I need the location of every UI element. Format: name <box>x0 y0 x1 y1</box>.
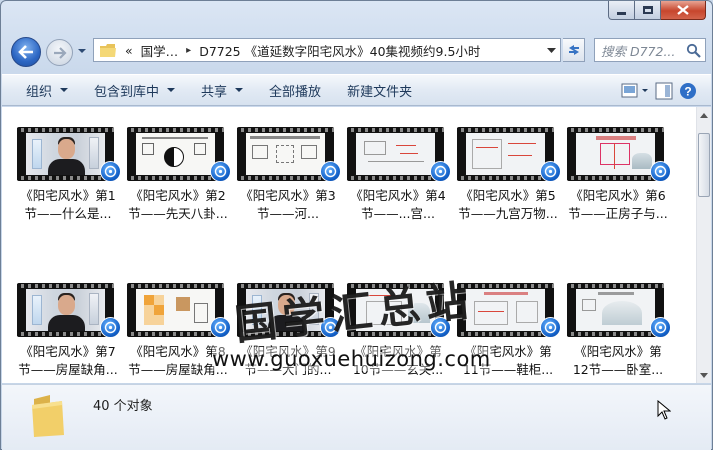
scroll-up-button[interactable] <box>697 107 711 123</box>
folder-icon <box>32 395 64 437</box>
svg-text:?: ? <box>684 85 691 99</box>
minimize-button[interactable] <box>608 1 635 20</box>
file-name: 《阳宅风水》第3 节——河... <box>240 188 336 221</box>
file-name: 《阳宅风水》第5 节——九宫万物... <box>458 188 558 221</box>
video-item-7[interactable]: 《阳宅风水》第7 节——房屋缺角... <box>14 283 122 383</box>
play-all-button[interactable]: 全部播放 <box>261 75 329 105</box>
media-player-icon <box>430 161 451 182</box>
breadcrumb-segment-2[interactable]: D7725 《道延数字阳宅风水》40集视频约9.5小时 <box>199 41 480 60</box>
media-player-icon <box>210 317 231 338</box>
preview-pane-icon <box>655 82 673 100</box>
media-player-icon <box>100 317 121 338</box>
video-item-5[interactable]: 《阳宅风水》第5 节——九宫万物... <box>454 127 562 239</box>
explorer-window: « 国学… ▸ D7725 《道延数字阳宅风水》40集视频约9.5小时 搜索 D… <box>0 0 713 450</box>
file-name: 《阳宅风水》第 12节——卧室... <box>572 344 664 377</box>
chevron-down-icon <box>700 372 708 378</box>
include-library-label: 包含到库中 <box>94 84 160 100</box>
breadcrumb-segment-1[interactable]: 国学… <box>141 41 179 60</box>
scrollbar-thumb[interactable] <box>698 133 710 197</box>
watermark-url: www.guoxuehuizong.com <box>212 347 491 371</box>
share-menu[interactable]: 共享 <box>193 75 251 105</box>
search-input[interactable]: 搜索 D772... <box>594 38 706 62</box>
preview-pane-button[interactable] <box>655 79 673 103</box>
video-item-2[interactable]: 《阳宅风水》第2 节——先天八卦... <box>124 127 232 239</box>
forward-button[interactable] <box>46 39 73 66</box>
play-all-label: 全部播放 <box>269 84 322 100</box>
close-icon <box>677 5 689 15</box>
chevron-down-icon <box>235 88 244 92</box>
video-item-3[interactable]: 《阳宅风水》第3 节——河... <box>234 127 342 239</box>
video-item-12[interactable]: 《阳宅风水》第 12节——卧室... <box>564 283 672 383</box>
recent-pages-icon[interactable] <box>77 46 87 56</box>
address-dropdown-icon[interactable] <box>547 46 556 54</box>
details-pane: 40 个对象 <box>2 384 711 450</box>
media-player-icon <box>540 161 561 182</box>
organize-label: 组织 <box>26 84 53 100</box>
breadcrumb-separator-icon[interactable]: ▸ <box>186 45 191 56</box>
search-icon[interactable] <box>686 43 701 58</box>
mouse-cursor-icon <box>657 400 671 420</box>
file-name: 《阳宅风水》第4 节——...宫... <box>350 188 446 221</box>
media-player-icon <box>540 317 561 338</box>
video-item-6[interactable]: 《阳宅风水》第6 节——正房子与... <box>564 127 672 239</box>
media-player-icon <box>650 317 671 338</box>
chevron-down-icon <box>60 88 69 92</box>
file-name: 《阳宅风水》第1 节——什么是... <box>20 188 116 221</box>
share-label: 共享 <box>201 84 228 100</box>
forward-arrow-icon <box>53 46 67 59</box>
chevron-down-icon <box>167 88 176 92</box>
file-list[interactable]: 《阳宅风水》第1 节——什么是... 《阳宅风水》第2 节——先天八卦... 《… <box>2 107 696 383</box>
maximize-icon <box>642 6 653 14</box>
minimize-icon <box>617 11 626 15</box>
command-toolbar: 组织 包含到库中 共享 全部播放 新建文件夹 ? <box>2 74 711 106</box>
organize-menu[interactable]: 组织 <box>18 75 76 105</box>
scroll-down-button[interactable] <box>697 367 711 383</box>
media-player-icon <box>210 161 231 182</box>
address-bar[interactable]: « 国学… ▸ D7725 《道延数字阳宅风水》40集视频约9.5小时 <box>93 38 561 62</box>
file-name: 《阳宅风水》第6 节——正房子与... <box>568 188 668 221</box>
chevron-up-icon <box>700 112 708 118</box>
help-icon: ? <box>680 83 696 99</box>
item-count: 40 个对象 <box>93 399 153 414</box>
refresh-icon <box>568 45 579 55</box>
view-options-icon <box>621 83 648 98</box>
address-overflow[interactable]: « <box>125 43 133 58</box>
search-placeholder: 搜索 D772... <box>601 43 676 59</box>
media-player-icon <box>320 161 341 182</box>
file-name: 《阳宅风水》第2 节——先天八卦... <box>128 188 228 221</box>
new-folder-button[interactable]: 新建文件夹 <box>339 75 420 105</box>
file-name: 《阳宅风水》第7 节——房屋缺角... <box>18 344 118 377</box>
video-item-4[interactable]: 《阳宅风水》第4 节——...宫... <box>344 127 452 239</box>
maximize-button[interactable] <box>635 1 661 20</box>
help-button[interactable]: ? <box>679 79 697 103</box>
refresh-button[interactable] <box>563 38 585 62</box>
media-player-icon <box>100 161 121 182</box>
caption-buttons <box>608 1 706 20</box>
include-in-library-menu[interactable]: 包含到库中 <box>86 75 183 105</box>
change-view-button[interactable] <box>621 79 649 103</box>
video-item-1[interactable]: 《阳宅风水》第1 节——什么是... <box>14 127 122 239</box>
media-player-icon <box>650 161 671 182</box>
back-button[interactable] <box>11 37 41 67</box>
folder-icon <box>100 43 116 57</box>
new-folder-label: 新建文件夹 <box>347 84 413 100</box>
back-arrow-icon <box>18 45 33 59</box>
vertical-scrollbar[interactable] <box>696 107 711 383</box>
close-button[interactable] <box>661 1 706 20</box>
